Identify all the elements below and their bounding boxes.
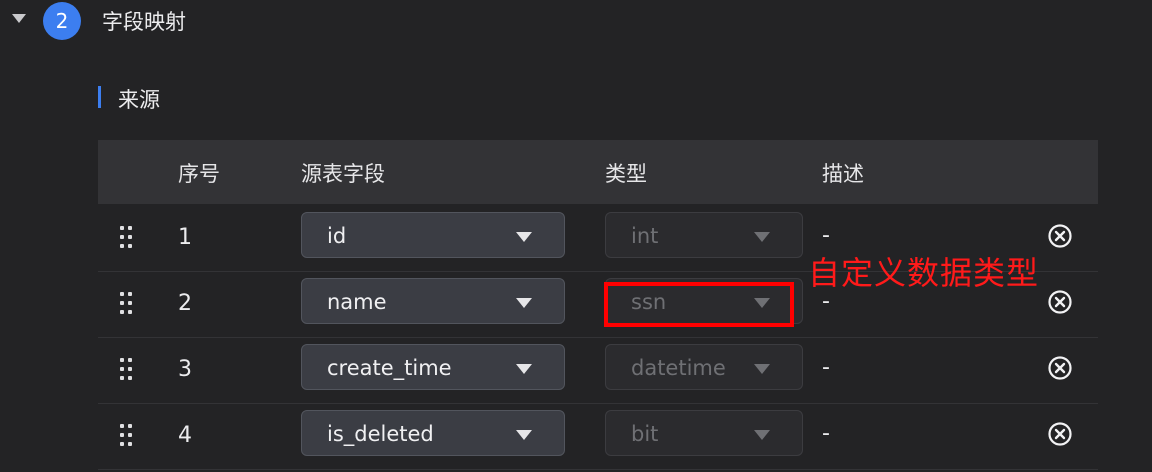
source-field-select[interactable]: is_deleted: [301, 410, 565, 456]
step-title: 字段映射: [102, 10, 186, 34]
row-seq: 1: [178, 225, 192, 250]
table-header: 序号 源表字段 类型 描述: [98, 140, 1098, 204]
source-field-value: create_time: [327, 356, 452, 380]
source-field-select[interactable]: name: [301, 278, 565, 324]
source-field-value: id: [327, 224, 347, 248]
caret-down-icon: [516, 430, 532, 440]
drag-handle-icon[interactable]: [120, 226, 134, 248]
caret-down-icon: [754, 364, 770, 374]
source-field-value: is_deleted: [327, 422, 434, 446]
type-value: int: [631, 224, 659, 248]
row-seq: 2: [178, 291, 192, 316]
row-seq: 4: [178, 423, 192, 448]
description-value: -: [822, 421, 830, 446]
caret-down-icon: [516, 298, 532, 308]
caret-down-icon: [754, 232, 770, 242]
section-accent-bar: [98, 86, 101, 108]
type-select[interactable]: bit: [605, 410, 803, 456]
column-header-source-field: 源表字段: [301, 162, 385, 186]
source-field-select[interactable]: id: [301, 212, 565, 258]
annotation-highlight-box: [604, 282, 794, 327]
drag-handle-icon[interactable]: [120, 292, 134, 314]
field-mapping-table: 序号 源表字段 类型 描述 1 id int - 2 name ssn - 3 …: [98, 140, 1098, 472]
table-row: 3 create_time datetime -: [98, 337, 1098, 404]
description-value: -: [822, 355, 830, 380]
type-select[interactable]: int: [605, 212, 803, 258]
type-value: datetime: [631, 356, 726, 380]
close-circle-icon[interactable]: [1048, 422, 1072, 446]
close-circle-icon[interactable]: [1048, 224, 1072, 248]
annotation-label: 自定义数据类型: [808, 254, 1040, 292]
close-circle-icon[interactable]: [1048, 356, 1072, 380]
drag-handle-icon[interactable]: [120, 358, 134, 380]
description-value: -: [822, 223, 830, 248]
source-field-select[interactable]: create_time: [301, 344, 565, 390]
caret-down-icon: [516, 232, 532, 242]
type-select[interactable]: datetime: [605, 344, 803, 390]
table-row: 4 is_deleted bit -: [98, 403, 1098, 470]
caret-down-icon: [516, 364, 532, 374]
close-circle-icon[interactable]: [1048, 290, 1072, 314]
caret-down-icon: [754, 430, 770, 440]
column-header-description: 描述: [822, 162, 864, 186]
column-header-seq: 序号: [178, 162, 220, 186]
step-header[interactable]: 2 字段映射: [0, 0, 1152, 44]
step-number-badge: 2: [43, 2, 81, 40]
collapse-triangle-icon[interactable]: [12, 14, 26, 23]
column-header-type: 类型: [605, 162, 647, 186]
type-value: bit: [631, 422, 659, 446]
row-seq: 3: [178, 357, 192, 382]
drag-handle-icon[interactable]: [120, 424, 134, 446]
section-title: 来源: [118, 88, 160, 112]
source-field-value: name: [327, 290, 387, 314]
